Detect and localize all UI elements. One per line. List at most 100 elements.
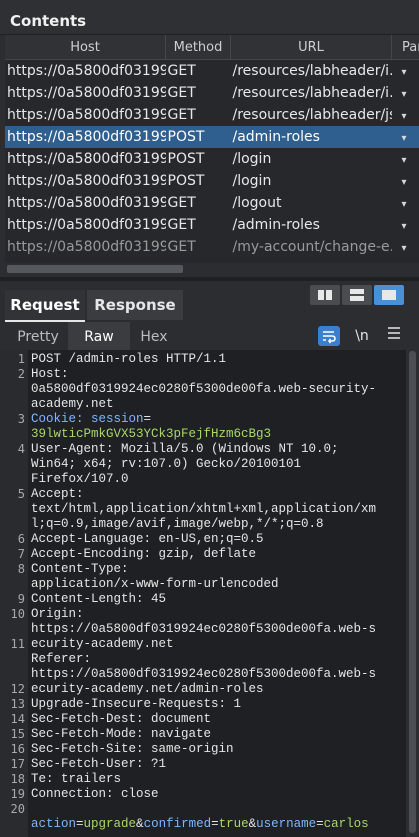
cell-host: https://0a5800df03199...: [7, 195, 166, 211]
request-text: POST /admin-roles HTTP/1.1: [31, 352, 227, 366]
table-row[interactable]: https://0a5800df03199... POST/login ▾: [5, 170, 419, 192]
table-row[interactable]: https://0a5800df03199... GET/my-account/c…: [5, 236, 419, 258]
request-line[interactable]: Sec-Fetch-Dest: document: [31, 712, 211, 726]
vertical-scrollbar[interactable]: [406, 350, 419, 837]
table-row[interactable]: https://0a5800df03199... POST/admin-roles…: [5, 126, 419, 148]
line-number: 11: [10, 637, 25, 651]
menu-icon[interactable]: [383, 326, 405, 346]
table-row[interactable]: https://0a5800df03199... GET/admin-roles ▾: [5, 214, 419, 236]
request-text: Connection: close: [31, 787, 159, 801]
request-line[interactable]: Referer:: [31, 652, 91, 666]
request-text: ecurity-academy.net/admin-roles: [31, 682, 264, 696]
cell-method: POST: [167, 173, 205, 189]
request-line[interactable]: Content-Length: 45: [31, 592, 166, 606]
vertical-scrollbar-thumb[interactable]: [409, 351, 416, 833]
cell-params: ▾: [401, 67, 407, 78]
tab-hex[interactable]: Hex: [130, 322, 178, 350]
split-horizontal-icon[interactable]: [310, 285, 340, 305]
request-text: ecurity-academy.net: [31, 637, 174, 651]
request-text: Accept-Encoding: gzip, deflate: [31, 547, 257, 561]
line-number: 19: [10, 787, 25, 801]
request-editor[interactable]: 1 2 3 4 5 6 7 8 9 10 11 12 13 14 15 16 17 18 19 20 POST /ad…: [0, 350, 419, 837]
request-line[interactable]: Connection: close: [31, 787, 159, 801]
cell-host: https://0a5800df03199...: [7, 63, 166, 79]
horizontal-scrollbar[interactable]: [5, 263, 419, 275]
cell-params: ▾: [391, 126, 419, 148]
word-wrap-icon[interactable]: [318, 326, 340, 346]
cell-method: POST: [165, 126, 231, 148]
request-line[interactable]: Firefox/107.0: [31, 472, 129, 486]
request-line[interactable]: https://0a5800df0319924ec0280f5300de00fa…: [31, 622, 376, 636]
line-number: 6: [17, 532, 25, 546]
table-row[interactable]: https://0a5800df03199... GET/resources/la…: [5, 82, 419, 104]
request-text: =: [143, 412, 152, 426]
request-value: carlos: [323, 817, 369, 831]
request-line[interactable]: 39lwticPmkGVX53YCk3pFejfHzm6cBg3: [31, 427, 271, 441]
column-header-url[interactable]: URL: [230, 35, 392, 60]
request-text: https://0a5800df0319924ec0280f5300de00fa…: [31, 667, 377, 681]
request-line[interactable]: Sec-Fetch-User: ?1: [31, 757, 166, 771]
request-line[interactable]: Sec-Fetch-Site: same-origin: [31, 742, 234, 756]
request-line[interactable]: https://0a5800df0319924ec0280f5300de00fa…: [31, 667, 376, 681]
request-line[interactable]: text/html,application/xhtml+xml,applicat…: [31, 502, 376, 516]
raw-request-text[interactable]: POST /admin-roles HTTP/1.1 Host: 0a5800df0…: [28, 350, 406, 837]
newline-toggle-icon[interactable]: \n: [350, 326, 374, 346]
pane-divider[interactable]: [0, 277, 419, 281]
request-line[interactable]: 0a5800df0319924ec0280f5300de00fa.web-sec…: [31, 382, 376, 396]
request-line[interactable]: Sec-Fetch-Mode: navigate: [31, 727, 211, 741]
cell-url: /resources/labheader/i...: [232, 63, 392, 79]
request-text: Upgrade-Insecure-Requests: 1: [31, 697, 242, 711]
request-line[interactable]: Accept:: [31, 487, 84, 501]
request-text: Sec-Fetch-User: ?1: [31, 757, 167, 771]
request-line[interactable]: Origin:: [31, 607, 84, 621]
request-line[interactable]: ecurity-academy.net: [31, 637, 174, 651]
request-line[interactable]: Cookie: session=: [31, 412, 151, 426]
column-header-method[interactable]: Method: [165, 35, 231, 60]
request-key: Cookie:: [31, 412, 92, 426]
request-text: Sec-Fetch-Dest: document: [31, 712, 212, 726]
tab-raw[interactable]: Raw: [68, 322, 130, 350]
request-text: application/x-www-form-urlencoded: [31, 577, 279, 591]
line-number: 20: [10, 802, 25, 816]
split-vertical-icon[interactable]: [342, 285, 372, 305]
request-line[interactable]: academy.net: [31, 397, 114, 411]
request-line[interactable]: Accept-Encoding: gzip, deflate: [31, 547, 256, 561]
table-row[interactable]: https://0a5800df03199... GET/resources/la…: [5, 60, 419, 83]
request-line[interactable]: Win64; x64; rv:107.0) Gecko/20100101: [31, 457, 301, 471]
request-line[interactable]: Host:: [31, 367, 69, 381]
line-number: 10: [10, 607, 25, 621]
request-line[interactable]: ecurity-academy.net/admin-roles: [31, 682, 264, 696]
request-line[interactable]: User-Agent: Mozilla/5.0 (Windows NT 10.0…: [31, 442, 339, 456]
cell-method: GET: [167, 63, 196, 79]
horizontal-scrollbar-thumb[interactable]: [7, 265, 183, 273]
request-line[interactable]: Upgrade-Insecure-Requests: 1: [31, 697, 241, 711]
cell-url: /my-account/change-e...: [232, 239, 392, 255]
cell-params: ▾: [401, 199, 407, 210]
request-line[interactable]: action=upgrade&confirmed=true&username=c…: [31, 817, 369, 831]
tab-request[interactable]: Request: [5, 290, 85, 322]
column-header-par[interactable]: Par: [391, 35, 419, 60]
single-pane-icon[interactable]: [374, 285, 404, 305]
cell-url: /resources/labheader/i...: [232, 85, 392, 101]
cell-url: /logout: [232, 195, 282, 211]
request-text: academy.net: [31, 397, 114, 411]
column-header-host[interactable]: Host: [5, 35, 166, 60]
request-line[interactable]: Content-Type:: [31, 562, 129, 576]
request-line[interactable]: Accept-Language: en-US,en;q=0.5: [31, 532, 264, 546]
table-row[interactable]: https://0a5800df03199... GET/logout ▾: [5, 192, 419, 214]
request-text: Origin:: [31, 607, 84, 621]
request-text: Content-Length: 45: [31, 592, 167, 606]
table-row[interactable]: https://0a5800df03199... GET/resources/la…: [5, 104, 419, 126]
cell-params: ▾: [401, 89, 407, 100]
request-line[interactable]: POST /admin-roles HTTP/1.1: [31, 352, 226, 366]
request-text: Sec-Fetch-Site: same-origin: [31, 742, 234, 756]
cell-method: GET: [167, 239, 196, 255]
line-number: 2: [17, 367, 25, 381]
request-line[interactable]: Te: trailers: [31, 772, 121, 786]
tab-response[interactable]: Response: [87, 290, 183, 320]
tab-pretty[interactable]: Pretty: [8, 322, 68, 350]
line-number: 7: [17, 547, 25, 561]
request-line[interactable]: l;q=0.9,image/avif,image/webp,*/*;q=0.8: [31, 517, 324, 531]
table-row[interactable]: https://0a5800df03199... POST/login ▾: [5, 148, 419, 170]
request-line[interactable]: application/x-www-form-urlencoded: [31, 577, 279, 591]
